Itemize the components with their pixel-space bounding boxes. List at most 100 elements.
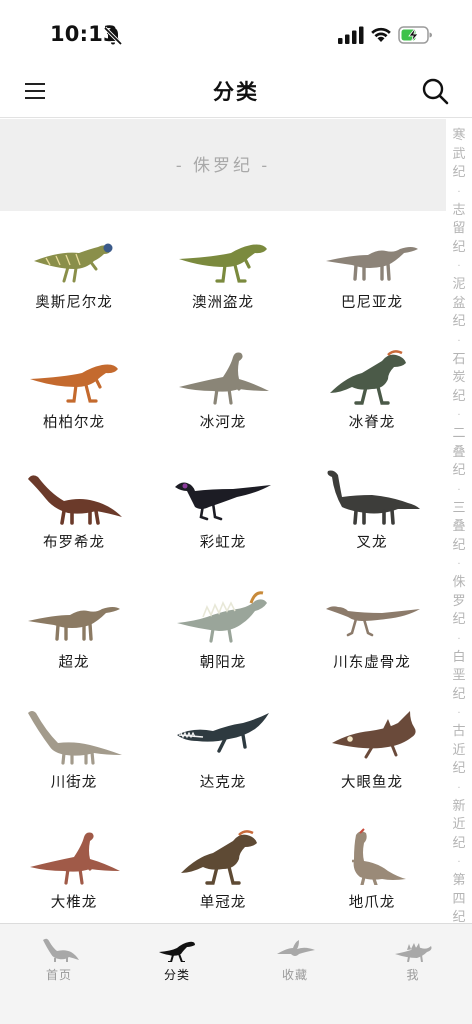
dinosaur-name: 达克龙 bbox=[199, 775, 247, 791]
therizinosaur-icon bbox=[352, 828, 406, 885]
period-index-separator: · bbox=[457, 186, 461, 198]
dinosaur-card[interactable]: 冰河龙 bbox=[149, 331, 297, 451]
dinosaur-name: 超龙 bbox=[58, 655, 90, 671]
dinosaur-card[interactable]: 彩虹龙 bbox=[149, 451, 297, 571]
dinosaur-card[interactable]: 大眼鱼龙 bbox=[298, 691, 446, 811]
sauropod-tab-icon bbox=[43, 938, 79, 962]
sauropod-icon bbox=[326, 247, 418, 281]
dinosaur-card[interactable]: 澳洲盗龙 bbox=[149, 211, 297, 331]
tab-item[interactable]: 收藏 bbox=[236, 924, 354, 994]
theropod-tab-icon bbox=[159, 941, 195, 962]
period-side-index-list: 寒武纪 · 志留纪 · 泥盆纪 · 石炭纪 · 二叠纪 · 三叠纪 · 侏罗纪 · 白垩纪 · 古近纪 · 新近纪 ·… bbox=[446, 127, 472, 923]
small-theropod-icon bbox=[326, 606, 420, 637]
nav-bar: 分类 bbox=[0, 66, 472, 118]
period-index-separator: · bbox=[457, 484, 461, 496]
period-index-item[interactable]: 新近纪 bbox=[452, 798, 465, 854]
dinosaur-name: 布罗希龙 bbox=[43, 535, 105, 551]
tab-bar: 首页 分类 收藏 我 bbox=[0, 923, 472, 1024]
dinosaur-name: 冰河龙 bbox=[199, 415, 247, 431]
dinosaur-name: 大椎龙 bbox=[50, 895, 98, 911]
tab-item[interactable]: 我 bbox=[354, 924, 472, 994]
marine-reptile-icon bbox=[177, 713, 269, 753]
theropod-icon bbox=[30, 364, 118, 403]
sauropod-icon bbox=[28, 607, 120, 641]
dinosaur-name: 大眼鱼龙 bbox=[341, 775, 403, 791]
tab-item[interactable]: 分类 bbox=[118, 924, 236, 994]
ichthyosaur-icon bbox=[332, 711, 416, 759]
dinosaur-name: 地爪龙 bbox=[348, 895, 396, 911]
dinosaur-name: 奥斯尼尔龙 bbox=[35, 295, 113, 311]
period-index-separator: · bbox=[457, 633, 461, 645]
battery-charging-icon bbox=[398, 26, 432, 44]
dinosaur-name: 巴尼亚龙 bbox=[341, 295, 403, 311]
dinosaur-card[interactable]: 冰脊龙 bbox=[298, 331, 446, 451]
dinosaur-card[interactable]: 柏柏尔龙 bbox=[0, 331, 148, 451]
status-bar: 10:13 bbox=[0, 0, 472, 66]
bell-off-icon bbox=[103, 26, 123, 46]
dinosaur-card[interactable]: 巴尼亚龙 bbox=[298, 211, 446, 331]
period-index-item[interactable]: 三叠纪 bbox=[452, 500, 465, 556]
dinosaur-name: 彩虹龙 bbox=[199, 535, 247, 551]
long-neck-sauropod-icon bbox=[28, 711, 122, 765]
cellular-signal-icon bbox=[338, 26, 364, 44]
dinosaur-card[interactable]: 叉龙 bbox=[298, 451, 446, 571]
dinosaur-name: 冰脊龙 bbox=[348, 415, 396, 431]
period-index-item[interactable]: 古近纪 bbox=[452, 723, 465, 779]
pterosaur-tab-icon bbox=[277, 940, 315, 956]
dinosaur-name: 单冠龙 bbox=[199, 895, 247, 911]
dinosaur-grid: 奥斯尼尔龙 澳洲盗龙 巴尼亚龙 柏柏尔龙 冰河龙 冰脊龙 布罗希龙 彩虹龙 叉龙… bbox=[0, 211, 446, 923]
period-index-item[interactable]: 石炭纪 bbox=[452, 351, 465, 407]
search-icon[interactable] bbox=[420, 76, 450, 106]
period-index-item[interactable]: 第四纪 bbox=[452, 872, 465, 923]
period-index-item[interactable]: 白垩纪 bbox=[452, 649, 465, 705]
frilled-dino-icon bbox=[177, 591, 267, 643]
dinosaur-card[interactable]: 朝阳龙 bbox=[149, 571, 297, 691]
ornithopod-icon bbox=[34, 243, 113, 283]
period-label: - 侏罗纪 - bbox=[175, 156, 271, 176]
dinosaur-card[interactable]: 达克龙 bbox=[149, 691, 297, 811]
dinosaur-name: 澳洲盗龙 bbox=[192, 295, 254, 311]
period-banner: - 侏罗纪 - bbox=[0, 119, 446, 211]
dinosaur-card[interactable]: 川街龙 bbox=[0, 691, 148, 811]
period-index-separator: · bbox=[457, 782, 461, 794]
period-side-index[interactable]: 寒武纪 · 志留纪 · 泥盆纪 · 石炭纪 · 二叠纪 · 三叠纪 · 侏罗纪 · 白垩纪 · 古近纪 · 新近纪 ·… bbox=[446, 119, 472, 923]
dinosaur-card[interactable]: 大椎龙 bbox=[0, 811, 148, 923]
dicraeosaur-icon bbox=[327, 470, 420, 525]
prosauropod-icon bbox=[179, 352, 269, 405]
prosauropod-icon bbox=[30, 832, 120, 885]
period-index-item[interactable]: 侏罗纪 bbox=[452, 574, 465, 630]
dinosaur-card[interactable]: 地爪龙 bbox=[298, 811, 446, 923]
dinosaur-card[interactable]: 奥斯尼尔龙 bbox=[0, 211, 148, 331]
period-index-item[interactable]: 志留纪 bbox=[452, 202, 465, 258]
theropod-icon bbox=[179, 244, 267, 283]
period-index-item[interactable]: 寒武纪 bbox=[452, 127, 465, 183]
dinosaur-card[interactable]: 超龙 bbox=[0, 571, 148, 691]
period-index-separator: · bbox=[457, 857, 461, 868]
stegosaur-tab-icon bbox=[395, 943, 432, 962]
crested-theropod-icon bbox=[330, 350, 406, 405]
dinosaur-name: 川东虚骨龙 bbox=[333, 655, 411, 671]
period-index-separator: · bbox=[457, 261, 461, 272]
period-index-item[interactable]: 二叠纪 bbox=[452, 425, 465, 481]
dinosaur-card[interactable]: 川东虚骨龙 bbox=[298, 571, 446, 691]
wifi-icon bbox=[371, 27, 391, 42]
tab-item[interactable]: 首页 bbox=[0, 924, 118, 994]
feathered-dino-icon bbox=[175, 482, 271, 521]
dinosaur-name: 叉龙 bbox=[356, 535, 388, 551]
tab-label: 我 bbox=[406, 968, 420, 982]
period-index-separator: · bbox=[457, 335, 461, 347]
dinosaur-name: 柏柏尔龙 bbox=[43, 415, 105, 431]
tab-label: 收藏 bbox=[281, 968, 308, 982]
tab-label: 首页 bbox=[45, 968, 72, 982]
dinosaur-name: 朝阳龙 bbox=[199, 655, 247, 671]
crested-theropod-icon bbox=[181, 830, 257, 885]
page-title: 分类 bbox=[213, 80, 259, 104]
dinosaur-card[interactable]: 单冠龙 bbox=[149, 811, 297, 923]
period-index-separator: · bbox=[457, 410, 461, 421]
period-index-separator: · bbox=[457, 559, 461, 570]
dinosaur-name: 川街龙 bbox=[50, 775, 98, 791]
period-index-item[interactable]: 泥盆纪 bbox=[452, 276, 465, 332]
tab-label: 分类 bbox=[163, 968, 190, 982]
period-index-separator: · bbox=[457, 708, 461, 719]
dinosaur-card[interactable]: 布罗希龙 bbox=[0, 451, 148, 571]
